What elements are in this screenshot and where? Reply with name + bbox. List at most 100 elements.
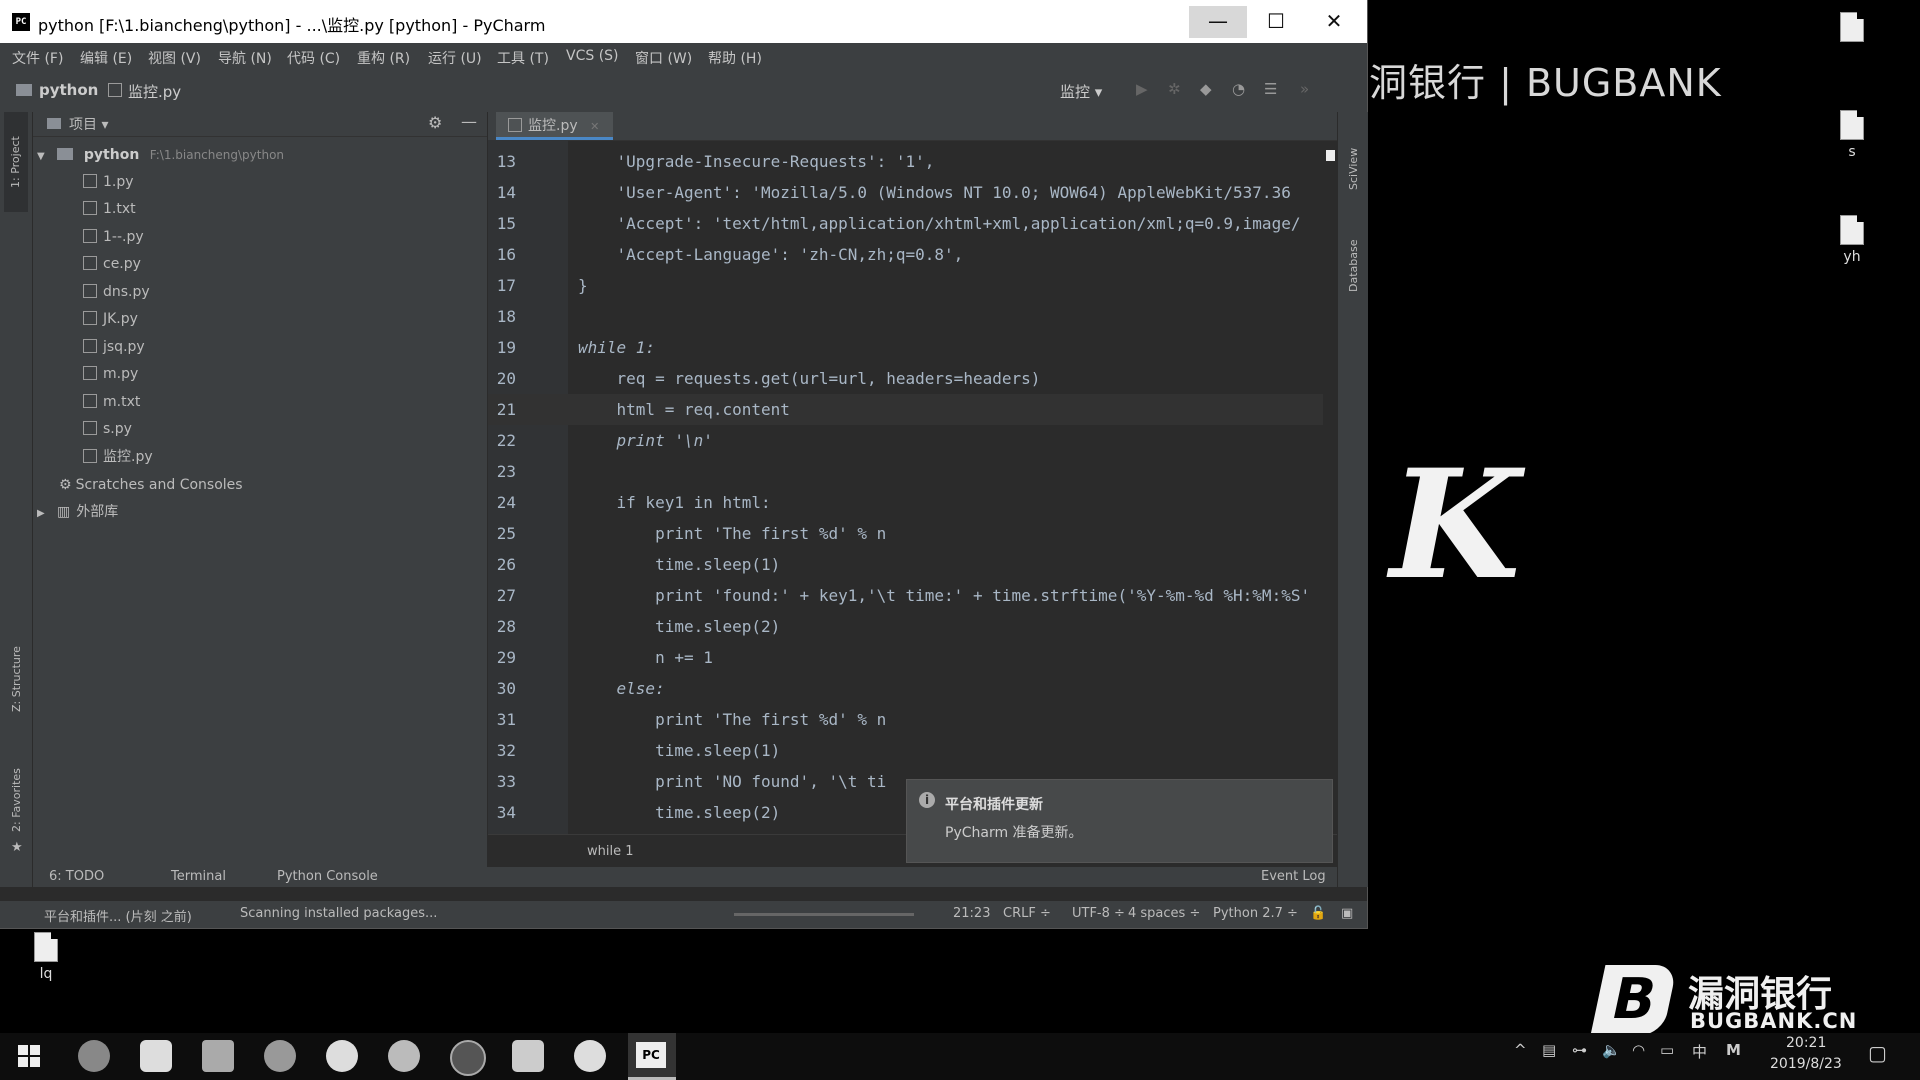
clock-time[interactable]: 20:21 [1786,1035,1826,1051]
tree-file[interactable]: dns.py [83,281,150,303]
tree-file[interactable]: ce.py [83,253,141,275]
taskbar-app-icon[interactable] [388,1040,420,1072]
menu-file[interactable]: 文件 (F) [12,48,63,68]
desktop-icon-top[interactable] [1822,12,1882,46]
notification-center-icon[interactable]: ▢ [1868,1041,1887,1065]
menu-tools[interactable]: 工具 (T) [497,48,549,68]
favorites-tab[interactable]: 2: Favorites [10,768,23,832]
tree-file[interactable]: 1.py [83,171,134,193]
title-bar[interactable]: PC python [F:\1.biancheng\python] - ...\… [0,0,1367,43]
database-tab[interactable]: Database [1347,240,1360,293]
menu-navigate[interactable]: 导航 (N) [218,48,272,68]
code-editor[interactable]: 监控.py ✕ 13 'Upgrade-Insecure-Requests': … [488,112,1337,868]
tree-file[interactable]: JK.py [83,308,138,330]
run-icon[interactable]: ▶ [1136,80,1148,98]
code-line: 32 time.sleep(1) [488,735,1323,766]
taskbar-pycharm-icon[interactable]: PC [628,1033,676,1080]
menu-view[interactable]: 视图 (V) [148,48,201,68]
indent-setting[interactable]: 4 spaces ÷ [1128,906,1200,921]
logo-en: BUGBANK.CN [1690,1009,1858,1033]
taskbar-app-icon[interactable] [202,1040,234,1072]
close-button[interactable]: ✕ [1305,6,1363,38]
coverage-icon[interactable]: ◆ [1200,80,1212,98]
taskbar-app-icon[interactable] [450,1040,486,1076]
close-tab-icon[interactable]: ✕ [590,120,599,133]
ime-mode-indicator[interactable]: M [1726,1041,1741,1059]
tree-file[interactable]: s.py [83,418,132,440]
terminal-tab[interactable]: Terminal [171,869,226,884]
taskbar-app-icon[interactable] [512,1040,544,1072]
tree-external-libs[interactable]: ▶ ▥ 外部库 [37,501,118,523]
concurrency-icon[interactable]: ☰ [1264,80,1277,98]
minimize-button[interactable]: — [1189,6,1247,38]
volume-icon[interactable]: 🔈 [1602,1041,1621,1059]
nav-file[interactable]: 监控.py [128,81,181,102]
menu-window[interactable]: 窗口 (W) [635,48,692,68]
file-encoding[interactable]: UTF-8 ÷ [1072,906,1125,921]
lock-icon[interactable]: 🔓 [1310,906,1326,921]
python-console-tab[interactable]: Python Console [277,869,378,884]
menu-vcs[interactable]: VCS (S) [566,48,619,64]
wifi-icon[interactable]: ◠ [1632,1041,1645,1059]
menu-run[interactable]: 运行 (U) [428,48,482,68]
tree-file[interactable]: jsq.py [83,336,145,358]
line-separator[interactable]: CRLF ÷ [1003,906,1051,921]
status-message[interactable]: 平台和插件... (片刻 之前) [44,906,192,925]
notification-body[interactable]: PyCharm 准备更新。 [945,822,1083,842]
taskbar-app-icon[interactable] [140,1040,172,1072]
taskbar-app-icon[interactable] [574,1040,606,1072]
tree-file[interactable]: 1--.py [83,226,144,248]
maximize-button[interactable]: ☐ [1247,6,1305,38]
gear-icon[interactable]: ⚙ [428,113,442,132]
desktop-icon-yh[interactable]: yh [1822,215,1882,265]
run-config-select[interactable]: 监控 ▾ [1060,81,1102,102]
tree-file[interactable]: m.txt [83,391,140,413]
taskbar-app-icon[interactable] [78,1040,110,1072]
tree-file[interactable]: 监控.py [83,446,153,468]
tray-app-icon[interactable]: ▤ [1542,1041,1556,1059]
memory-icon[interactable]: ▣ [1341,906,1353,921]
network-icon[interactable]: ⊶ [1572,1041,1587,1059]
tree-scratches[interactable]: ⚙ Scratches and Consoles [59,474,243,496]
code-area[interactable]: 13 'Upgrade-Insecure-Requests': '1', 14 … [488,146,1323,834]
battery-icon[interactable]: ▭ [1660,1041,1674,1059]
code-line: 14 'User-Agent': 'Mozilla/5.0 (Windows N… [488,177,1323,208]
nav-project[interactable]: python [39,81,98,99]
file-name: jsq.py [103,339,145,355]
info-icon: i [919,792,935,808]
show-hidden-icons[interactable]: ^ [1514,1041,1527,1059]
windows-start-icon[interactable] [18,1045,40,1067]
todo-tab[interactable]: 6: TODO [49,869,104,884]
menu-edit[interactable]: 编辑 (E) [80,48,132,68]
tree-file[interactable]: m.py [83,363,138,385]
editor-scrollbar[interactable] [1323,146,1335,834]
interpreter-setting[interactable]: Python 2.7 ÷ [1213,906,1298,921]
project-panel: 项目 ▾ ⚙ — ▼ python F:\1.biancheng\python … [33,112,487,867]
sciview-tab[interactable]: SciView [1347,148,1360,190]
profile-icon[interactable]: ◔ [1232,80,1245,98]
stop-icon[interactable]: » [1300,80,1309,98]
editor-tab[interactable]: 监控.py ✕ [496,112,614,140]
caret-position[interactable]: 21:23 [953,906,990,921]
taskbar-app-icon[interactable] [264,1040,296,1072]
menu-code[interactable]: 代码 (C) [287,48,340,68]
taskbar-app-icon[interactable] [326,1040,358,1072]
project-view-select[interactable]: 项目 ▾ [69,114,108,134]
debug-icon[interactable]: ✲ [1168,80,1181,98]
structure-tab[interactable]: Z: Structure [10,646,23,712]
event-log-tab[interactable]: Event Log [1261,869,1326,884]
update-notification[interactable]: i 平台和插件更新 PyCharm 准备更新。 [906,779,1333,863]
ime-indicator[interactable]: 中 [1692,1041,1707,1062]
desktop-icon-lq[interactable]: lq [16,932,76,982]
menu-refactor[interactable]: 重构 (R) [357,48,410,68]
tree-file[interactable]: 1.txt [83,198,136,220]
text-file-icon [83,201,97,215]
tree-root[interactable]: ▼ python F:\1.biancheng\python [37,144,284,166]
scratches-label: Scratches and Consoles [75,477,243,493]
desktop-icon-s[interactable]: s [1822,110,1882,160]
file-icon [1840,215,1864,245]
clock-date[interactable]: 2019/8/23 [1770,1056,1842,1072]
project-tool-tab[interactable]: 1: Project [4,112,28,212]
menu-help[interactable]: 帮助 (H) [708,48,762,68]
collapse-icon[interactable]: — [461,112,477,131]
